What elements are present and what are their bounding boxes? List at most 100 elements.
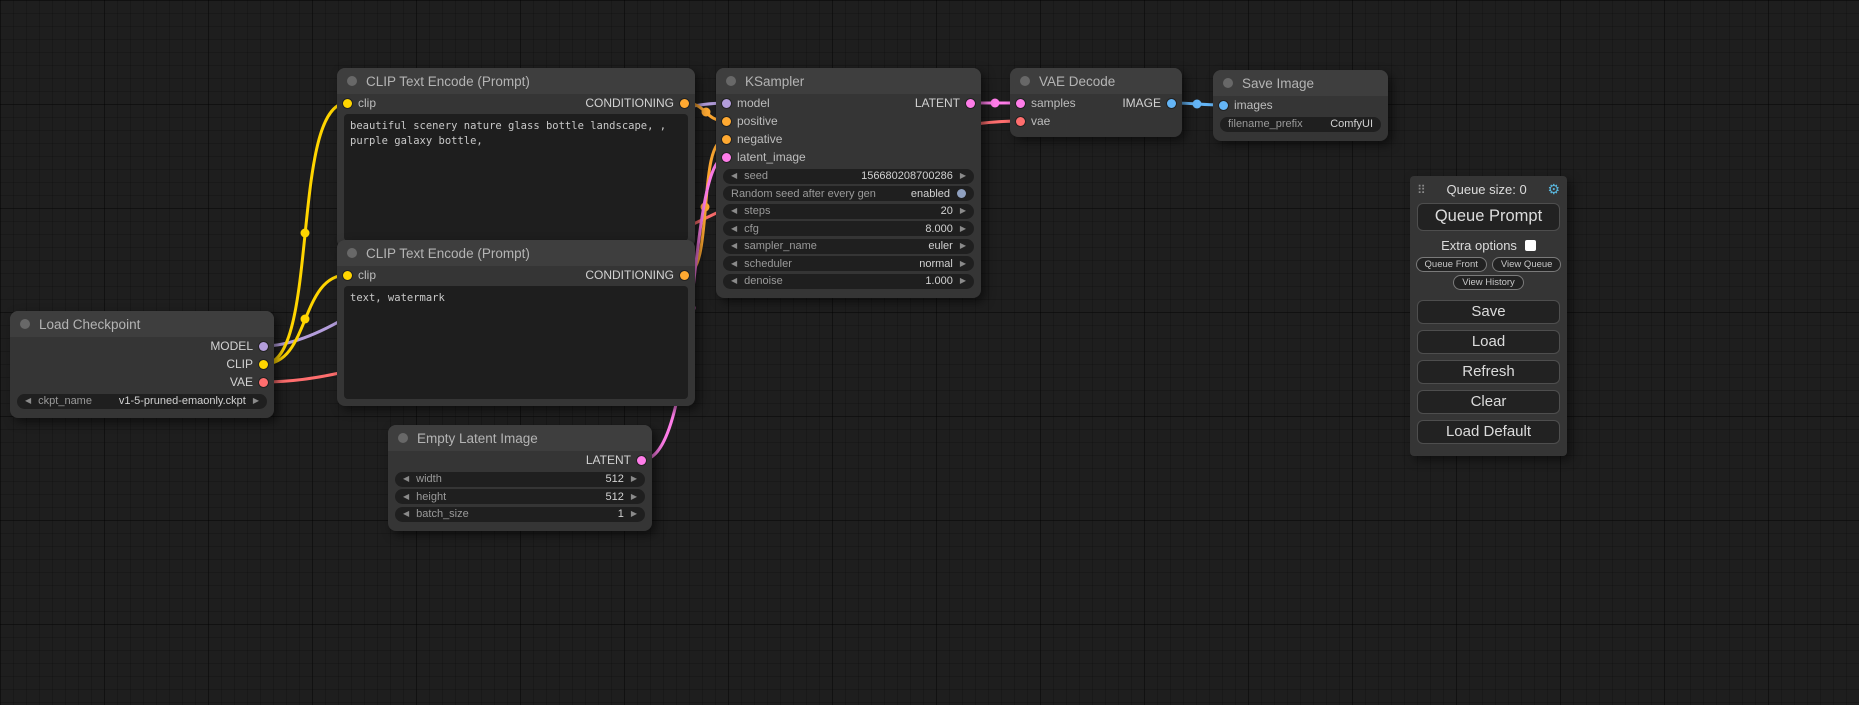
output-port-latent[interactable] (966, 99, 975, 108)
decrement-icon[interactable]: ◀ (731, 172, 737, 180)
widget-sampler-name[interactable]: ◀ sampler_name euler ▶ (723, 239, 974, 254)
prompt-textarea[interactable]: text, watermark (344, 286, 688, 399)
input-port-negative[interactable] (722, 135, 731, 144)
output-label: LATENT (915, 96, 960, 110)
decrement-icon[interactable]: ◀ (731, 207, 737, 215)
queue-prompt-button[interactable]: Queue Prompt (1417, 203, 1560, 231)
input-port-images[interactable] (1219, 101, 1228, 110)
refresh-button[interactable]: Refresh (1417, 360, 1560, 384)
decrement-icon[interactable]: ◀ (25, 397, 31, 405)
output-label: CONDITIONING (585, 96, 674, 110)
node-save-image[interactable]: Save Image images filename_prefix ComfyU… (1213, 70, 1388, 141)
queue-panel: ⠿ Queue size: 0 ⚙ Queue Prompt Extra opt… (1410, 176, 1567, 456)
increment-icon[interactable]: ▶ (960, 225, 966, 233)
input-port-vae[interactable] (1016, 117, 1025, 126)
output-port-vae[interactable] (259, 378, 268, 387)
output-label: LATENT (586, 453, 631, 467)
decrement-icon[interactable]: ◀ (731, 242, 737, 250)
output-port-image[interactable] (1167, 99, 1176, 108)
widget-batch-size[interactable]: ◀ batch_size 1 ▶ (395, 507, 645, 522)
node-title-bar[interactable]: Load Checkpoint (10, 311, 274, 337)
increment-icon[interactable]: ▶ (960, 277, 966, 285)
widget-filename-prefix[interactable]: filename_prefix ComfyUI (1220, 117, 1381, 132)
output-label: CLIP (226, 357, 253, 371)
output-port-conditioning[interactable] (680, 99, 689, 108)
input-port-clip[interactable] (343, 271, 352, 280)
output-port-model[interactable] (259, 342, 268, 351)
input-port-latent-image[interactable] (722, 153, 731, 162)
wire-dot-conditioning-positive (702, 108, 711, 117)
queue-size-label: Queue size: 0 (1430, 182, 1544, 197)
widget-scheduler[interactable]: ◀ scheduler normal ▶ (723, 256, 974, 271)
increment-icon[interactable]: ▶ (960, 207, 966, 215)
queue-front-button[interactable]: Queue Front (1416, 257, 1487, 272)
input-label: images (1234, 98, 1273, 112)
node-title-bar[interactable]: VAE Decode (1010, 68, 1182, 94)
input-port-samples[interactable] (1016, 99, 1025, 108)
output-port-conditioning[interactable] (680, 271, 689, 280)
view-history-button[interactable]: View History (1453, 275, 1524, 290)
output-port-clip[interactable] (259, 360, 268, 369)
node-title: CLIP Text Encode (Prompt) (366, 74, 530, 89)
decrement-icon[interactable]: ◀ (403, 493, 409, 501)
node-title-bar[interactable]: CLIP Text Encode (Prompt) (337, 68, 695, 94)
collapse-dot-icon[interactable] (1020, 76, 1030, 86)
widget-denoise[interactable]: ◀ denoise 1.000 ▶ (723, 274, 974, 289)
widget-height[interactable]: ◀ height 512 ▶ (395, 489, 645, 504)
node-vae-decode[interactable]: VAE Decode samples IMAGE vae (1010, 68, 1182, 137)
view-queue-button[interactable]: View Queue (1492, 257, 1562, 272)
increment-icon[interactable]: ▶ (631, 475, 637, 483)
decrement-icon[interactable]: ◀ (731, 277, 737, 285)
increment-icon[interactable]: ▶ (960, 242, 966, 250)
load-button[interactable]: Load (1417, 330, 1560, 354)
collapse-dot-icon[interactable] (20, 319, 30, 329)
collapse-dot-icon[interactable] (398, 433, 408, 443)
output-label: VAE (230, 375, 253, 389)
collapse-dot-icon[interactable] (347, 76, 357, 86)
node-clip-text-encode-negative[interactable]: CLIP Text Encode (Prompt) clip CONDITION… (337, 240, 695, 406)
clear-button[interactable]: Clear (1417, 390, 1560, 414)
widget-cfg[interactable]: ◀ cfg 8.000 ▶ (723, 221, 974, 236)
increment-icon[interactable]: ▶ (960, 172, 966, 180)
increment-icon[interactable]: ▶ (253, 397, 259, 405)
node-ksampler[interactable]: KSampler LATENT model positive negative … (716, 68, 981, 298)
input-port-positive[interactable] (722, 117, 731, 126)
node-title-bar[interactable]: Save Image (1213, 70, 1388, 96)
input-label: negative (737, 132, 782, 146)
drag-handle-icon[interactable]: ⠿ (1417, 183, 1426, 197)
node-clip-text-encode-positive[interactable]: CLIP Text Encode (Prompt) clip CONDITION… (337, 68, 695, 248)
decrement-icon[interactable]: ◀ (731, 225, 737, 233)
decrement-icon[interactable]: ◀ (403, 510, 409, 518)
collapse-dot-icon[interactable] (1223, 78, 1233, 88)
settings-gear-icon[interactable]: ⚙ (1547, 181, 1560, 198)
extra-options-label: Extra options (1441, 238, 1517, 253)
output-label: IMAGE (1122, 96, 1161, 110)
node-empty-latent-image[interactable]: Empty Latent Image LATENT ◀ width 512 ▶ … (388, 425, 652, 531)
decrement-icon[interactable]: ◀ (403, 475, 409, 483)
collapse-dot-icon[interactable] (347, 248, 357, 258)
output-port-latent[interactable] (637, 456, 646, 465)
widget-steps[interactable]: ◀ steps 20 ▶ (723, 204, 974, 219)
node-title-bar[interactable]: KSampler (716, 68, 981, 94)
decrement-icon[interactable]: ◀ (731, 260, 737, 268)
widget-random-seed-toggle[interactable]: Random seed after every gen enabled (723, 186, 974, 201)
widget-width[interactable]: ◀ width 512 ▶ (395, 472, 645, 487)
increment-icon[interactable]: ▶ (631, 493, 637, 501)
widget-ckpt-name[interactable]: ◀ ckpt_name v1-5-pruned-emaonly.ckpt ▶ (17, 394, 267, 409)
collapse-dot-icon[interactable] (726, 76, 736, 86)
output-label: MODEL (210, 339, 253, 353)
node-title-bar[interactable]: Empty Latent Image (388, 425, 652, 451)
node-load-checkpoint[interactable]: Load Checkpoint MODEL CLIP VAE ◀ ckpt_na… (10, 311, 274, 418)
load-default-button[interactable]: Load Default (1417, 420, 1560, 444)
save-button[interactable]: Save (1417, 300, 1560, 324)
extra-options-checkbox[interactable] (1525, 240, 1536, 251)
widget-seed[interactable]: ◀ seed 156680208700286 ▶ (723, 169, 974, 184)
node-title-bar[interactable]: CLIP Text Encode (Prompt) (337, 240, 695, 266)
wire-dot-latent-samples (991, 99, 1000, 108)
input-label: samples (1031, 96, 1076, 110)
toggle-knob-icon[interactable] (957, 189, 966, 198)
prompt-textarea[interactable]: beautiful scenery nature glass bottle la… (344, 114, 688, 241)
increment-icon[interactable]: ▶ (960, 260, 966, 268)
input-port-clip[interactable] (343, 99, 352, 108)
increment-icon[interactable]: ▶ (631, 510, 637, 518)
